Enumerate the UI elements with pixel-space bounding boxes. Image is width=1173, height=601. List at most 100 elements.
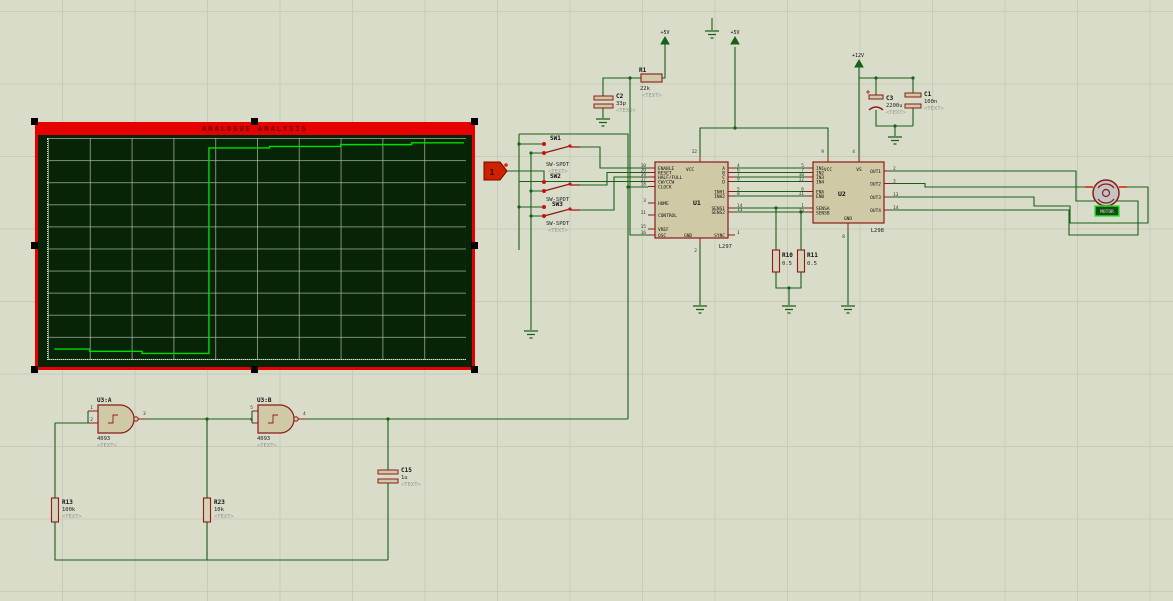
wire-u1-u2-bus[interactable] [735,167,806,213]
sw3-type: SW-SPDT [546,221,570,227]
component-r10[interactable]: R10 0.5 [771,249,794,273]
r13-value: 100k [62,507,76,513]
u1-num-2: 2 [694,248,697,254]
u1-num-1: 1 [737,230,740,236]
r10-value: 0.5 [782,261,792,267]
u1-num-12: 12 [692,149,698,155]
u1-pin-vref: VREF [658,227,669,233]
component-motor[interactable]: MOTOR [1085,179,1127,217]
c1-value: 100n [924,99,937,105]
u2-num-4: 4 [852,149,855,155]
selection-handle-w[interactable] [31,242,38,249]
component-r13[interactable]: R13 100k <TEXT> [50,497,83,523]
power-5v-a[interactable]: +5V [660,30,670,45]
sw3-ref: SW3 [552,201,563,208]
u3a-num-2: 2 [90,417,93,423]
wire-oscillator-net[interactable] [54,411,628,561]
u1-num-9: 9 [737,177,740,183]
r23-value: 10k [214,507,225,513]
c2-text: <TEXT> [616,108,637,114]
analogue-analysis-graph[interactable]: ANALOGUE ANALYSIS [35,122,475,370]
u3a-num-3: 3 [143,411,146,417]
u1-part: L297 [719,244,732,250]
u2-num-14: 14 [893,205,899,211]
u1-pin-inh2: INH2 [714,194,725,200]
ground-icon [782,305,796,314]
pin-dot [504,163,508,167]
sw3-text: <TEXT> [548,228,569,234]
wire-switch-net[interactable] [504,133,648,419]
power-5v-a-label: +5V [660,30,669,36]
component-u3b[interactable]: U3:B 4093 <TEXT> 5 6 4 [250,397,307,449]
power-12v[interactable]: +12V [852,53,864,68]
u1-pin-control: CONTROL [658,213,677,219]
u3b-num-4: 4 [303,411,306,417]
component-r11[interactable]: R11 0.5 [796,249,819,273]
c3-text: <TEXT> [886,110,907,116]
component-sw2[interactable]: SW2 SW-SPDT [542,173,580,203]
power-5v-b[interactable]: +5V [730,30,740,45]
graph-plot-area [47,138,466,360]
c15-text: <TEXT> [401,482,422,488]
component-r1[interactable]: R1 22k <TEXT> [639,67,663,99]
plus-mark [866,90,870,94]
u1-num-13: 13 [737,207,743,213]
power-arrows[interactable]: +5V +5V +12V [660,30,864,68]
c1-ref: C1 [924,91,932,98]
schematic-canvas[interactable]: +5V +5V +12V 1 R1 22k <TEXT> C2 33p <TEX… [0,0,1173,601]
trace-svg [48,138,466,359]
wire-vcc-rail[interactable] [699,47,829,155]
u1-num-18: 18 [641,182,647,188]
u1-pin-sens2: SENS2 [711,210,725,216]
u2-pin-out3: OUT3 [870,195,881,201]
r13-text: <TEXT> [62,514,83,520]
r1-value: 22k [640,86,651,92]
ground-icon [705,30,719,39]
c2-ref: C2 [616,93,624,100]
u1-num-3: 3 [643,198,646,204]
u1-pin-clock: CLOCK [658,185,672,191]
u2-num-12: 12 [799,177,805,183]
u2-ref: U2 [838,190,846,198]
selection-handle-se[interactable] [471,366,478,373]
selection-handle-s[interactable] [251,366,258,373]
sw1-type: SW-SPDT [546,162,570,168]
analysis-trace [54,143,464,354]
u3a-ref: U3:A [97,397,112,404]
component-u1[interactable]: ENABLE RESET HALF/FULL CW/CCW CLOCK HOME… [641,149,743,254]
u2-pin-gnd: GND [844,216,852,222]
u3a-text: <TEXT> [97,443,118,449]
component-c15[interactable]: C15 1u <TEXT> [377,467,422,488]
power-12v-label: +12V [852,53,864,59]
u2-num-8: 8 [842,234,845,240]
u2-part: L298 [871,228,884,234]
component-u3a[interactable]: U3:A 4093 <TEXT> 1 2 3 [88,397,147,449]
selection-handle-n[interactable] [251,118,258,125]
ground-icon [524,330,538,339]
r11-ref: R11 [807,252,818,259]
r1-text: <TEXT> [642,93,663,99]
u2-pin-sensb: SENSB [816,211,830,217]
u2-num-9: 9 [821,149,824,155]
component-c3[interactable]: C3 2200u <TEXT> [866,90,907,116]
selection-handle-nw[interactable] [31,118,38,125]
c3-ref: C3 [886,95,894,102]
motor-label: MOTOR [1100,209,1114,215]
component-u2[interactable]: IN1 IN2 IN3 IN4 ENA ENB SENSA SENSB 5 7 … [799,149,899,240]
u2-pin-in4: IN4 [816,180,824,186]
terminal-1-label: 1 [490,168,495,177]
selection-handle-sw[interactable] [31,366,38,373]
u1-pin-vcc: VCC [686,167,694,173]
component-r23[interactable]: R23 10k <TEXT> [202,497,235,523]
component-sw3[interactable]: SW3 SW-SPDT <TEXT> [542,201,580,234]
selection-handle-e[interactable] [471,242,478,249]
selection-handle-ne[interactable] [471,118,478,125]
component-c1[interactable]: C1 100n <TEXT> [904,91,945,112]
u1-pin-home: HOME [658,201,669,207]
u2-pin-out4: OUT4 [870,208,881,214]
component-sw1[interactable]: SW1 SW-SPDT <TEXT> [542,135,580,175]
ground-icon [596,118,610,127]
c15-ref: C15 [401,467,412,474]
power-5v-b-label: +5V [730,30,739,36]
terminal-1[interactable]: 1 [483,161,508,181]
